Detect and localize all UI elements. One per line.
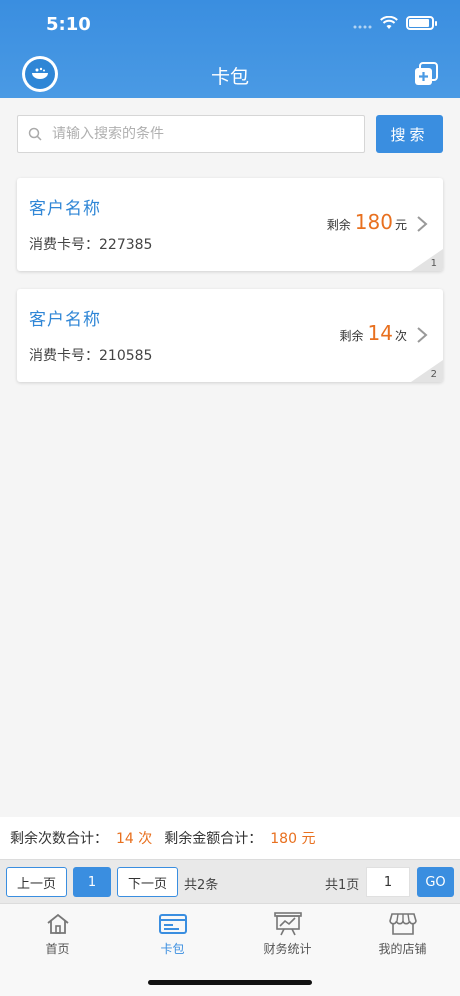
search-box[interactable]: [17, 115, 365, 153]
times-total-value: 14 次: [116, 831, 153, 847]
status-time: 5:10: [46, 14, 91, 35]
card-item-1[interactable]: 客户名称 消费卡号：227385 剩余 180 元 1: [17, 178, 443, 271]
current-page-button[interactable]: 1: [73, 867, 111, 897]
card-wallet-icon: [158, 914, 187, 934]
pagination: 上一页 1 下一页 共2条 共1页 GO: [0, 859, 460, 903]
app-header: 5:10 卡包: [0, 0, 460, 98]
tab-finance[interactable]: 财务统计: [230, 912, 345, 957]
chevron-right-icon: [417, 216, 428, 232]
tab-label: 我的店铺: [378, 942, 427, 956]
status-icons: [352, 16, 437, 30]
search-button[interactable]: 搜索: [376, 115, 443, 153]
prev-page-button[interactable]: 上一页: [6, 867, 67, 897]
next-page-button[interactable]: 下一页: [117, 867, 178, 897]
total-items: 共2条: [184, 878, 219, 893]
card-number: 消费卡号：210585: [29, 348, 153, 364]
signal-icon: [353, 25, 372, 29]
home-icon: [46, 913, 69, 934]
tab-home[interactable]: 首页: [0, 912, 115, 957]
customer-name: 客户名称: [29, 310, 101, 330]
go-button[interactable]: GO: [417, 867, 454, 897]
home-indicator: [148, 980, 312, 985]
search-icon: [28, 127, 42, 141]
battery-icon: [406, 16, 437, 30]
amount-total-value: 180 元: [270, 831, 316, 847]
add-card-icon[interactable]: [414, 62, 438, 86]
tab-label: 财务统计: [263, 942, 312, 956]
tab-card-wallet[interactable]: 卡包: [115, 912, 230, 957]
search-bar: 搜索: [17, 115, 443, 153]
card-corner: [411, 360, 443, 382]
chevron-right-icon: [417, 327, 428, 343]
card-item-2[interactable]: 客户名称 消费卡号：210585 剩余 14 次 2: [17, 289, 443, 382]
card-corner: [411, 249, 443, 271]
times-total-label: 剩余次数合计：: [10, 831, 108, 847]
totals-bar: 剩余次数合计： 14 次 剩余金额合计： 180 元: [0, 817, 460, 859]
total-pages: 共1页: [325, 878, 360, 893]
tab-my-store[interactable]: 我的店铺: [345, 912, 460, 957]
page-title: 卡包: [210, 66, 249, 88]
amount-total-label: 剩余金额合计：: [164, 831, 263, 847]
card-index: 2: [430, 369, 437, 380]
remaining-value: 14: [367, 321, 393, 345]
goto-page-input[interactable]: [366, 867, 410, 897]
card-index: 1: [430, 258, 437, 269]
store-icon: [388, 913, 417, 935]
card-number: 消费卡号：227385: [29, 237, 153, 253]
remaining-balance: 剩余 14 次: [339, 321, 407, 345]
chart-board-icon: [273, 912, 302, 936]
tab-label: 首页: [45, 942, 70, 956]
search-input[interactable]: [52, 126, 332, 142]
tab-label: 卡包: [160, 942, 185, 956]
customer-name: 客户名称: [29, 199, 101, 219]
remaining-balance: 剩余 180 元: [326, 210, 407, 234]
remaining-value: 180: [354, 210, 393, 234]
wifi-icon: [380, 16, 398, 29]
